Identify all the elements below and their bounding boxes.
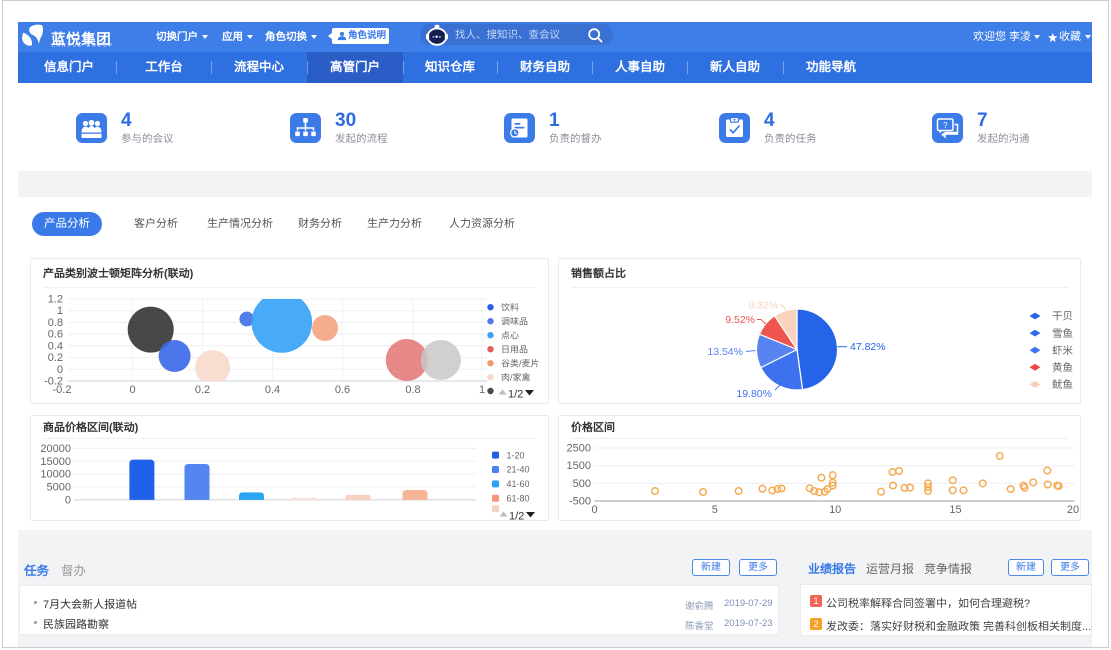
- svg-text:0: 0: [591, 504, 597, 516]
- svg-text:-0.2: -0.2: [53, 384, 72, 396]
- svg-text:10: 10: [829, 504, 841, 516]
- svg-text:虾米: 虾米: [1052, 345, 1074, 357]
- svg-text:21-40: 21-40: [507, 465, 530, 475]
- svg-text:19.80%: 19.80%: [736, 388, 772, 400]
- svg-text:?: ?: [943, 121, 948, 130]
- svg-text:点心: 点心: [501, 330, 519, 340]
- svg-text:饮料: 饮料: [501, 302, 519, 312]
- svg-text:黄鱼: 黄鱼: [1052, 362, 1073, 374]
- svg-text:0.4: 0.4: [265, 384, 280, 396]
- svg-text:15: 15: [949, 504, 961, 516]
- svg-text:0.8: 0.8: [48, 317, 63, 329]
- svg-text:20: 20: [1067, 504, 1079, 516]
- svg-text:1: 1: [479, 384, 485, 396]
- svg-text:0.4: 0.4: [48, 340, 63, 352]
- svg-text:5000: 5000: [47, 482, 71, 494]
- svg-text:鱿鱼: 鱿鱼: [1052, 379, 1073, 391]
- svg-text:肉/家禽: 肉/家禽: [501, 372, 531, 382]
- svg-text:41-60: 41-60: [507, 479, 530, 489]
- svg-text:调味品: 调味品: [501, 316, 528, 326]
- svg-text:0.6: 0.6: [48, 329, 63, 341]
- svg-text:2500: 2500: [567, 443, 591, 455]
- svg-text:5: 5: [712, 504, 718, 516]
- svg-text:1/2: 1/2: [508, 389, 523, 401]
- svg-text:0.6: 0.6: [335, 384, 350, 396]
- svg-text:13.54%: 13.54%: [707, 346, 743, 358]
- svg-text:0.2: 0.2: [48, 352, 63, 364]
- svg-text:日用品: 日用品: [501, 344, 528, 354]
- svg-text:0: 0: [65, 494, 71, 506]
- svg-text:1/2: 1/2: [509, 511, 524, 521]
- svg-text:500: 500: [573, 478, 591, 490]
- svg-text:干贝: 干贝: [1052, 311, 1073, 323]
- svg-text:0: 0: [129, 384, 135, 396]
- svg-text:0.8: 0.8: [405, 384, 420, 396]
- svg-text:0: 0: [57, 364, 63, 376]
- svg-text:61-80: 61-80: [507, 494, 530, 504]
- svg-text:20000: 20000: [40, 443, 71, 455]
- svg-text:9.32%: 9.32%: [748, 300, 778, 312]
- svg-text:1: 1: [57, 305, 63, 317]
- svg-text:雪鱼: 雪鱼: [1052, 328, 1073, 340]
- svg-text:15000: 15000: [40, 456, 71, 468]
- svg-text:谷类/麦片: 谷类/麦片: [501, 358, 540, 368]
- svg-text:1.2: 1.2: [48, 294, 63, 306]
- svg-text:9.52%: 9.52%: [725, 314, 755, 326]
- svg-text:1500: 1500: [567, 460, 591, 472]
- svg-text:1-20: 1-20: [507, 450, 525, 460]
- svg-text:10000: 10000: [40, 469, 71, 481]
- svg-text:-500: -500: [569, 496, 591, 508]
- svg-text:47.82%: 47.82%: [850, 341, 886, 353]
- svg-text:0.2: 0.2: [195, 384, 210, 396]
